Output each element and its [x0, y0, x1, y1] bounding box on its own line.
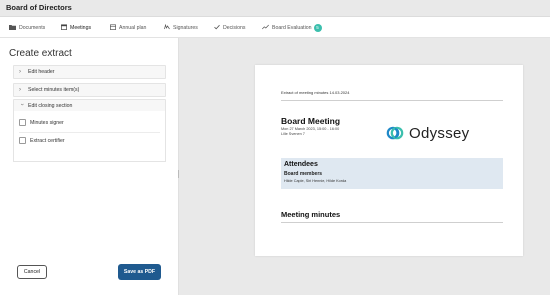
tab-label: Decisions: [223, 24, 246, 31]
folder-icon: [9, 24, 16, 32]
pdf-preview-page: Extract of meeting minutes 14.03.2024 Bo…: [255, 65, 523, 256]
closing-section-body: Minutes signer Extract certifier: [13, 111, 166, 162]
calendar-grid-icon: [110, 23, 116, 32]
save-as-pdf-button[interactable]: Save as PDF: [118, 264, 161, 280]
cancel-button[interactable]: Cancel: [17, 265, 47, 279]
meeting-title: Board Meeting: [281, 116, 341, 126]
calendar-icon: [61, 23, 67, 32]
option-label: Minutes signer: [30, 119, 64, 126]
chevron-right-icon: ›: [19, 69, 21, 75]
logo-text: Odyssey: [409, 124, 470, 142]
tab-label: Annual plan: [119, 24, 147, 31]
tab-label: Signatures: [173, 24, 198, 31]
extract-header: Extract of meeting minutes 14.03.2024: [281, 90, 350, 95]
trend-icon: [262, 24, 269, 32]
tab-documents[interactable]: Documents: [9, 17, 45, 38]
chevron-down-icon: ›: [18, 103, 25, 105]
option-minutes-signer[interactable]: Minutes signer: [19, 119, 64, 126]
tab-label: Documents: [19, 24, 46, 31]
title-bar: Board of Directors: [0, 0, 550, 17]
section-label: Select minutes item(s): [28, 87, 80, 93]
divider: [19, 132, 160, 133]
panel-title: Create extract: [9, 48, 72, 59]
tab-annual-plan[interactable]: Annual plan: [110, 17, 146, 38]
board-members-title: Board members: [284, 171, 323, 177]
option-label: Extract certifier: [30, 137, 65, 144]
section-select-minutes-items[interactable]: › Select minutes item(s): [13, 83, 166, 97]
odyssey-logo-icon: [386, 126, 404, 140]
tab-label: Board Evaluation: [272, 24, 312, 31]
company-logo: Odyssey: [385, 121, 485, 145]
tab-board-evaluation[interactable]: Board Evaluation 5: [262, 17, 322, 38]
check-icon: [214, 24, 220, 32]
extract-certifier-checkbox[interactable]: [19, 137, 26, 144]
minutes-signer-checkbox[interactable]: [19, 119, 26, 126]
tab-label: Meetings: [70, 24, 92, 31]
tab-bar: Documents Meetings Annual plan Signature…: [0, 17, 550, 39]
chevron-right-icon: ›: [19, 87, 21, 93]
divider: [281, 222, 503, 223]
option-extract-certifier[interactable]: Extract certifier: [19, 137, 65, 144]
section-edit-header[interactable]: › Edit header: [13, 65, 166, 79]
board-members-names: Hilde Caple, Siri Hennie, Hilde Korda: [284, 179, 347, 183]
meeting-date: Mon 27 March 2023, 15:00 - 16:00: [281, 127, 340, 131]
meeting-minutes-title: Meeting minutes: [281, 210, 341, 219]
divider: [281, 100, 503, 101]
notification-badge: 5: [313, 23, 322, 32]
attendees-box: Attendees Board members Hilde Caple, Sir…: [281, 158, 503, 189]
attendees-title: Attendees: [284, 161, 318, 168]
meeting-location: Lille Svenen 7: [281, 132, 305, 136]
section-label: Edit header: [28, 69, 55, 75]
section-label: Edit closing section: [28, 102, 73, 109]
tab-meetings[interactable]: Meetings: [56, 17, 96, 39]
tab-signatures[interactable]: Signatures: [164, 17, 198, 38]
signature-icon: [164, 23, 170, 32]
window-title: Board of Directors: [6, 3, 72, 12]
tab-decisions[interactable]: Decisions: [214, 17, 246, 38]
